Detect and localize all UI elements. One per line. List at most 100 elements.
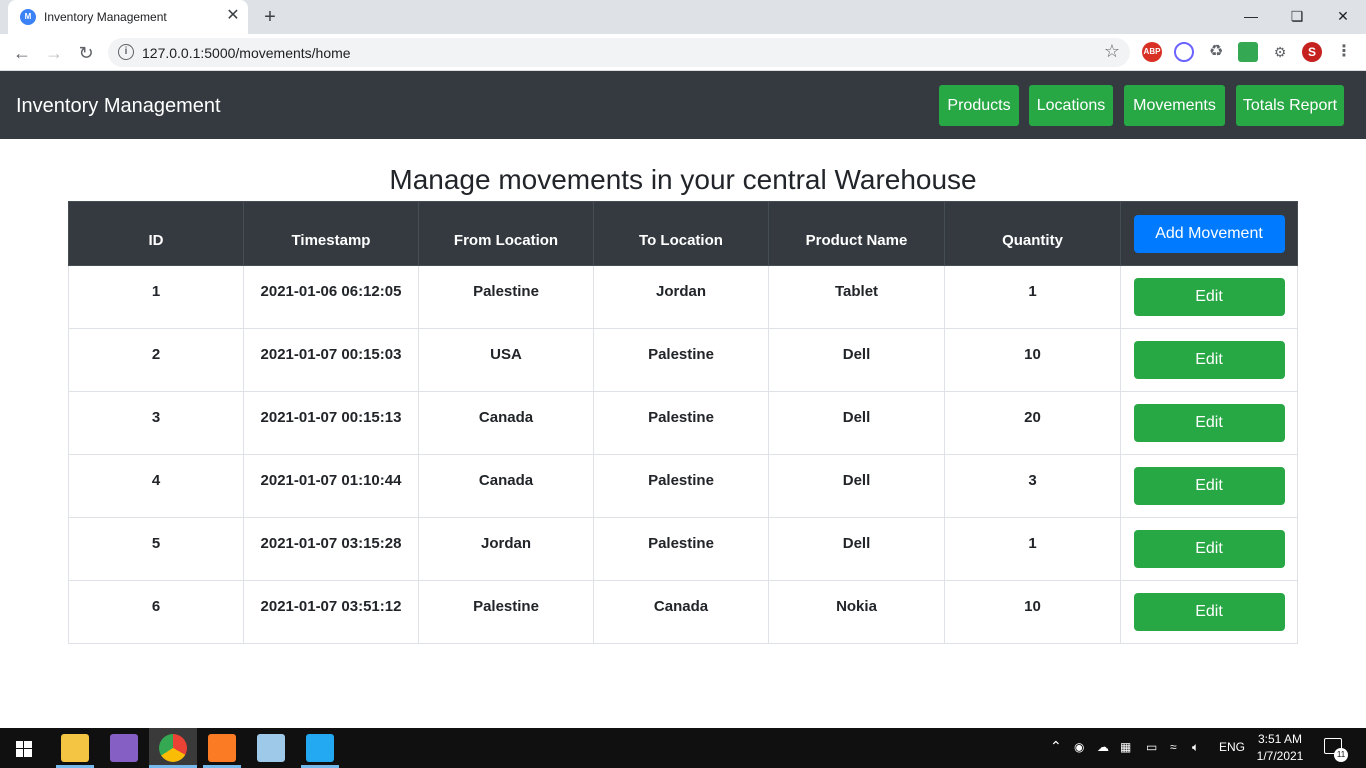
cell-to-location: Palestine [593,517,769,581]
reload-icon[interactable]: ↻ [73,40,99,66]
navbar-brand[interactable]: Inventory Management [16,95,221,118]
header-timestamp: Timestamp [243,201,419,266]
xampp-icon[interactable] [208,734,236,762]
windows-start-icon[interactable] [16,741,32,757]
cell-id: 6 [68,580,244,644]
add-movement-button[interactable]: Add Movement [1133,214,1285,253]
edit-button[interactable]: Edit [1133,593,1285,631]
cell-timestamp: 2021-01-07 00:15:13 [243,391,419,455]
volume-icon[interactable]: 🔈︎ [1192,740,1199,755]
browser-tab[interactable]: M Inventory Management ✕ [8,0,248,34]
cell-to-location: Canada [593,580,769,644]
edit-button[interactable]: Edit [1133,278,1285,316]
cell-from-location: Canada [418,391,594,455]
vscode-icon[interactable] [306,734,334,762]
cell-to-location: Palestine [593,391,769,455]
cell-quantity: 10 [944,328,1121,392]
table-row: 2 2021-01-07 00:15:03 USA Palestine Dell… [68,328,1298,392]
cell-quantity: 10 [944,580,1121,644]
avg-extension-icon[interactable] [1238,42,1258,62]
nav-locations-button[interactable]: Locations [1029,85,1113,126]
bookmark-star-icon[interactable]: ☆ [1104,41,1120,62]
site-info-icon[interactable]: i [118,44,134,60]
edit-button[interactable]: Edit [1133,530,1285,568]
nav-totals-report-button[interactable]: Totals Report [1236,85,1344,126]
edit-button[interactable]: Edit [1133,341,1285,379]
taskbar-clock[interactable]: 3:51 AM 1/7/2021 [1252,731,1308,765]
header-product-name: Product Name [768,201,945,266]
browser-tabstrip: M Inventory Management ✕ + — ❏ ✕ [0,0,1366,34]
cell-from-location: USA [418,328,594,392]
nav-movements-button[interactable]: Movements [1124,85,1225,126]
table-row: 5 2021-01-07 03:15:28 Jordan Palestine D… [68,517,1298,581]
cell-actions: Edit [1120,265,1298,329]
tray-chevron-up-icon[interactable]: ⌃ [1050,738,1062,755]
cell-timestamp: 2021-01-07 00:15:03 [243,328,419,392]
page-title: Manage movements in your central Warehou… [389,164,977,195]
notepad-icon[interactable] [257,734,285,762]
cell-quantity: 3 [944,454,1121,518]
language-indicator[interactable]: ENG [1219,740,1245,754]
clock-date: 1/7/2021 [1256,749,1304,763]
windows-taskbar: ⌃ ◉ ☁ ▦ ▭ ≈ 🔈︎ ENG 3:51 AM 1/7/2021 11 [0,728,1366,768]
cell-id: 5 [68,517,244,581]
edit-button[interactable]: Edit [1133,404,1285,442]
browser-toolbar: ← → ↻ i 127.0.0.1:5000/movements/home ☆ … [0,34,1366,71]
browser-menu-icon[interactable]: ⋮ [1334,42,1354,62]
cell-quantity: 1 [944,517,1121,581]
adblock-extension-icon[interactable]: ABP [1142,42,1162,62]
header-quantity: Quantity [944,201,1121,266]
onedrive-cloud-icon[interactable]: ☁ [1097,740,1109,754]
header-actions: Add Movement [1120,201,1298,266]
cell-timestamp: 2021-01-07 03:15:28 [243,517,419,581]
cell-from-location: Jordan [418,517,594,581]
new-tab-button[interactable]: + [259,6,281,28]
wifi-icon[interactable]: ≈ [1170,740,1177,754]
cell-quantity: 20 [944,391,1121,455]
cell-from-location: Palestine [418,580,594,644]
battery-icon[interactable]: ▭ [1146,740,1157,754]
cell-quantity: 1 [944,265,1121,329]
header-to-location: To Location [593,201,769,266]
table-row: 3 2021-01-07 00:15:13 Canada Palestine D… [68,391,1298,455]
cell-timestamp: 2021-01-07 03:51:12 [243,580,419,644]
profile-avatar[interactable]: S [1302,42,1322,62]
forward-icon[interactable]: → [41,40,67,66]
recycle-extension-icon[interactable]: ♻ [1206,42,1226,62]
cell-from-location: Canada [418,454,594,518]
cell-from-location: Palestine [418,265,594,329]
file-explorer-icon[interactable] [61,734,89,762]
tray-app-icon[interactable]: ▦ [1120,740,1131,754]
cell-actions: Edit [1120,328,1298,392]
back-icon[interactable]: ← [9,40,35,66]
cell-product-name: Dell [768,454,945,518]
url-text[interactable]: 127.0.0.1:5000/movements/home [142,45,351,61]
cell-to-location: Jordan [593,265,769,329]
edit-button[interactable]: Edit [1133,467,1285,505]
header-id: ID [68,201,244,266]
address-bar[interactable]: i 127.0.0.1:5000/movements/home ☆ [108,38,1130,67]
restore-icon[interactable]: ❏ [1274,4,1320,28]
cell-actions: Edit [1120,580,1298,644]
extensions-puzzle-icon[interactable]: ⚙ [1270,42,1290,62]
notification-count-badge: 11 [1334,748,1348,762]
nav-products-button[interactable]: Products [939,85,1019,126]
cell-actions: Edit [1120,454,1298,518]
app-navbar: Inventory Management Products Locations … [0,71,1366,139]
window-close-icon[interactable]: ✕ [1320,4,1366,28]
movements-table: ID Timestamp From Location To Location P… [68,201,1298,644]
extension-circle-icon[interactable] [1174,42,1194,62]
chrome-icon[interactable] [159,734,187,762]
minimize-icon[interactable]: — [1228,4,1274,28]
visual-studio-icon[interactable] [110,734,138,762]
clock-time: 3:51 AM [1257,732,1303,746]
cell-product-name: Tablet [768,265,945,329]
cell-id: 4 [68,454,244,518]
cell-timestamp: 2021-01-07 01:10:44 [243,454,419,518]
cell-product-name: Dell [768,328,945,392]
tab-title: Inventory Management [44,10,167,24]
tray-meet-icon[interactable]: ◉ [1074,740,1084,754]
table-row: 4 2021-01-07 01:10:44 Canada Palestine D… [68,454,1298,518]
tab-close-icon[interactable]: ✕ [224,7,242,25]
cell-product-name: Nokia [768,580,945,644]
